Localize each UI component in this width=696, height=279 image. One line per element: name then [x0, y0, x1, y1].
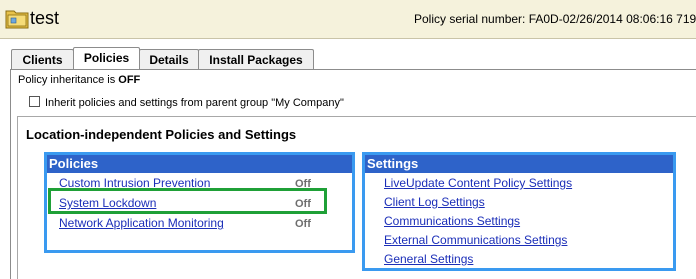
policy-state: Off: [295, 218, 311, 230]
tab-install-packages[interactable]: Install Packages: [198, 49, 314, 69]
settings-header: Settings: [365, 155, 673, 173]
group-title: test: [30, 8, 60, 28]
settings-link-liveupdate-content-policy[interactable]: LiveUpdate Content Policy Settings: [384, 176, 572, 190]
settings-link-client-log[interactable]: Client Log Settings: [384, 195, 485, 209]
tab-policies[interactable]: Policies: [73, 47, 140, 69]
tab-details[interactable]: Details: [139, 49, 199, 69]
inherit-policies-option: Inherit policies and settings from paren…: [29, 96, 344, 109]
inheritance-status-label: Policy inheritance is: [18, 74, 119, 86]
inherit-policies-checkbox[interactable]: [29, 96, 40, 107]
inherit-policies-label: Inherit policies and settings from paren…: [45, 97, 344, 109]
policy-serial-number: Policy serial number: FA0D-02/26/2014 08…: [414, 12, 696, 26]
inheritance-status: Policy inheritance is OFF: [18, 74, 140, 86]
group-header: test Policy serial number: FA0D-02/26/20…: [0, 0, 696, 39]
policy-link-network-application-monitoring[interactable]: Network Application Monitoring: [59, 216, 224, 230]
inheritance-status-value: OFF: [118, 74, 141, 86]
policies-header: Policies: [47, 155, 352, 173]
settings-link-general[interactable]: General Settings: [384, 252, 473, 266]
folder-icon: [5, 10, 29, 29]
system-lockdown-highlight: [48, 188, 327, 214]
settings-link-external-communications[interactable]: External Communications Settings: [384, 233, 567, 247]
tab-clients[interactable]: Clients: [11, 49, 74, 69]
settings-link-communications[interactable]: Communications Settings: [384, 214, 520, 228]
section-title: Location-independent Policies and Settin…: [26, 127, 297, 142]
